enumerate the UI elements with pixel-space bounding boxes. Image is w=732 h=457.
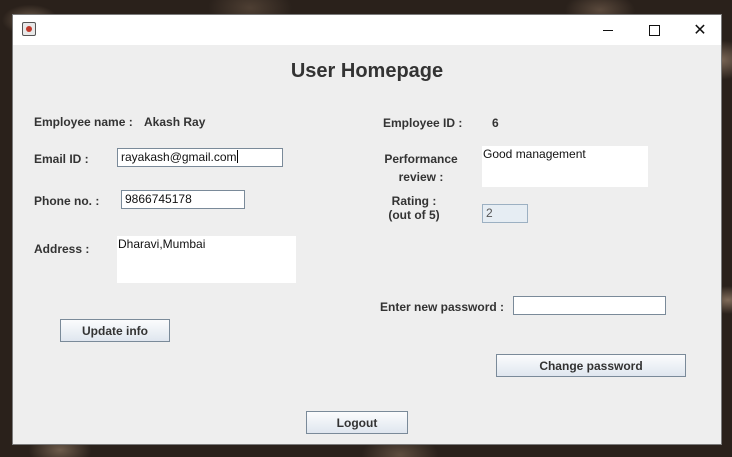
email-field-value: rayakash@gmail.com — [121, 150, 237, 164]
performance-review-label: Performance review : — [383, 152, 459, 184]
java-cup-icon — [22, 22, 36, 36]
employee-id-value: 6 — [492, 116, 499, 130]
change-password-button[interactable]: Change password — [496, 354, 686, 377]
close-icon: ✕ — [693, 20, 707, 39]
email-label: Email ID : — [34, 152, 89, 166]
rating-field: 2 — [482, 204, 528, 223]
update-info-button[interactable]: Update info — [60, 319, 170, 342]
maximize-icon — [648, 24, 660, 36]
email-field[interactable]: rayakash@gmail.com — [117, 148, 283, 167]
maximize-button[interactable] — [631, 15, 677, 45]
phone-field[interactable]: 9866745178 — [121, 190, 245, 209]
page-title: User Homepage — [290, 60, 444, 82]
new-password-label: Enter new password : — [380, 300, 505, 314]
minimize-icon — [603, 29, 613, 31]
address-field[interactable]: Dharavi,Mumbai — [117, 236, 296, 283]
performance-review-field: Good management — [482, 146, 648, 187]
app-window: ✕ User Homepage Employee name : Akash Ra… — [12, 14, 722, 445]
performance-review-label-line2: review : — [398, 170, 444, 184]
homepage-panel: User Homepage Employee name : Akash Ray … — [13, 45, 721, 446]
address-label: Address : — [34, 242, 90, 256]
text-caret — [236, 150, 238, 163]
employee-name-label: Employee name : — [34, 115, 133, 129]
title-bar: ✕ — [13, 15, 721, 45]
new-password-field[interactable] — [513, 296, 666, 315]
rating-label-line2: (out of 5) — [388, 208, 440, 222]
close-button[interactable]: ✕ — [677, 15, 723, 45]
rating-label: Rating : (out of 5) — [383, 194, 445, 222]
employee-id-label: Employee ID : — [383, 116, 463, 130]
minimize-button[interactable] — [585, 15, 631, 45]
phone-label: Phone no. : — [34, 194, 100, 208]
employee-name-value: Akash Ray — [144, 115, 206, 129]
logout-button[interactable]: Logout — [306, 411, 408, 434]
performance-review-label-line1: Performance — [384, 152, 458, 166]
rating-label-line1: Rating : — [391, 194, 437, 208]
